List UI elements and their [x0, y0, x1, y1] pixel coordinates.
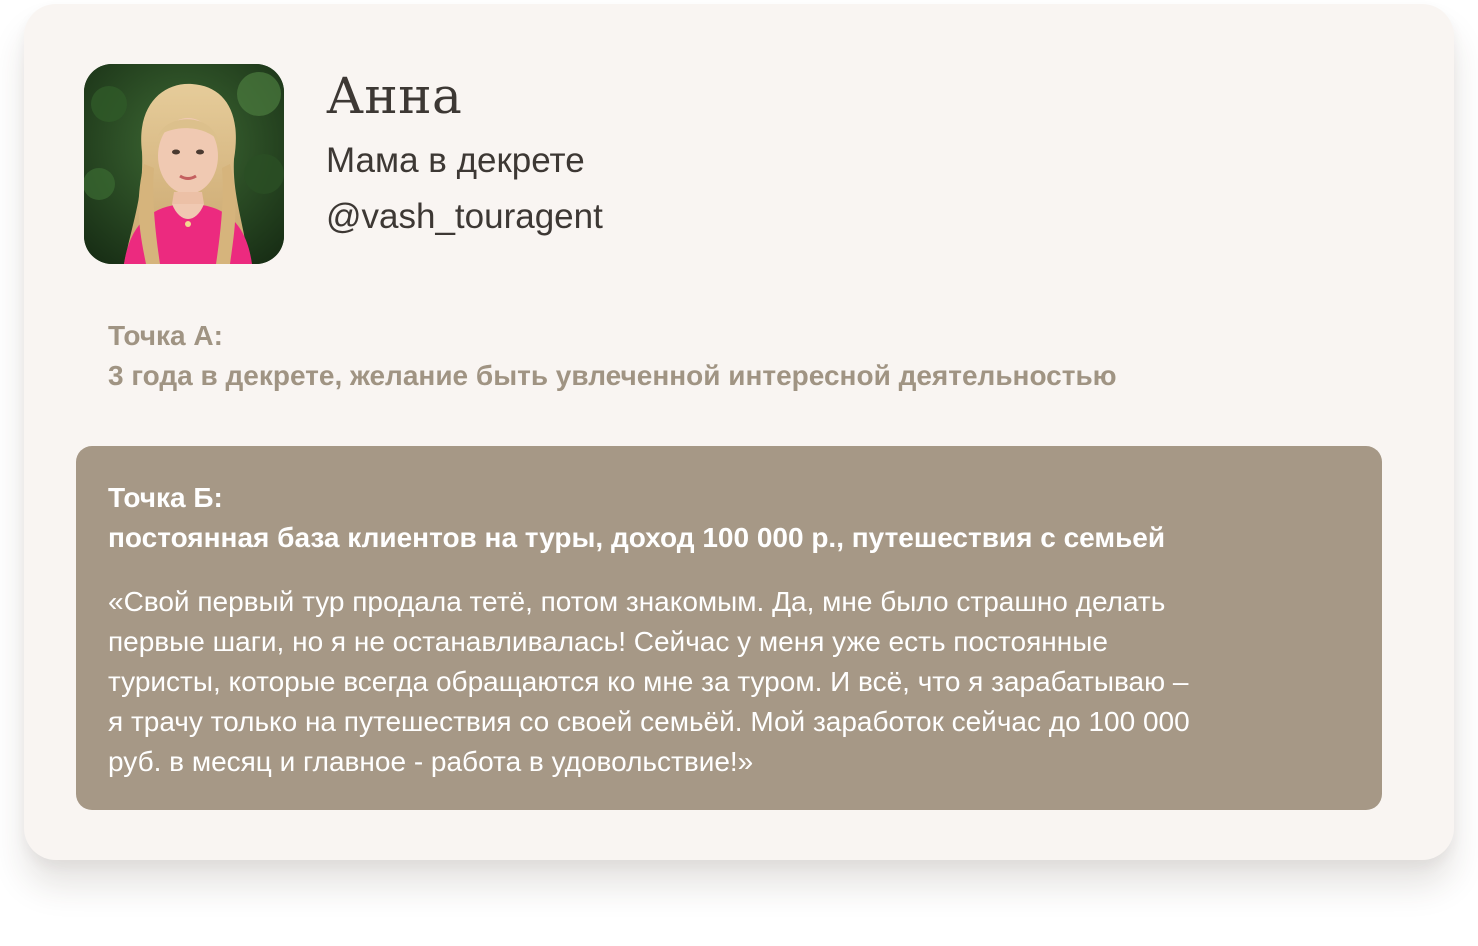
quote-line: первые шаги, но я не останавливалась! Се…: [108, 626, 1108, 657]
testimonial-card: Анна Мама в декрете @vash_touragent Точк…: [24, 4, 1454, 860]
profile-handle: @vash_touragent: [326, 197, 603, 236]
quote-line: туристы, которые всегда обращаются ко мн…: [108, 666, 1189, 697]
testimonial-quote: «Свой первый тур продала тетё, потом зна…: [108, 582, 1358, 782]
point-a-label: Точка А:: [108, 320, 223, 351]
avatar-photo: [84, 64, 284, 264]
profile-name: Анна: [326, 67, 463, 125]
quote-line: я трачу только на путешествия со своей с…: [108, 706, 1190, 737]
point-b-label: Точка Б:: [108, 482, 223, 513]
profile-role: Мама в декрете: [326, 141, 585, 180]
point-b-text: постоянная база клиентов на туры, доход …: [108, 522, 1166, 553]
point-a-text: 3 года в декрете, желание быть увлеченно…: [108, 360, 1117, 391]
quote-line: «Свой первый тур продала тетё, потом зна…: [108, 586, 1166, 617]
quote-line: руб. в месяц и главное - работа в удовол…: [108, 746, 754, 777]
avatar: [84, 64, 284, 264]
point-b-section: Точка Б: постоянная база клиентов на тур…: [76, 446, 1382, 810]
point-a-section: Точка А: 3 года в декрете, желание быть …: [108, 316, 1117, 396]
point-b-header: Точка Б: постоянная база клиентов на тур…: [108, 478, 1165, 558]
